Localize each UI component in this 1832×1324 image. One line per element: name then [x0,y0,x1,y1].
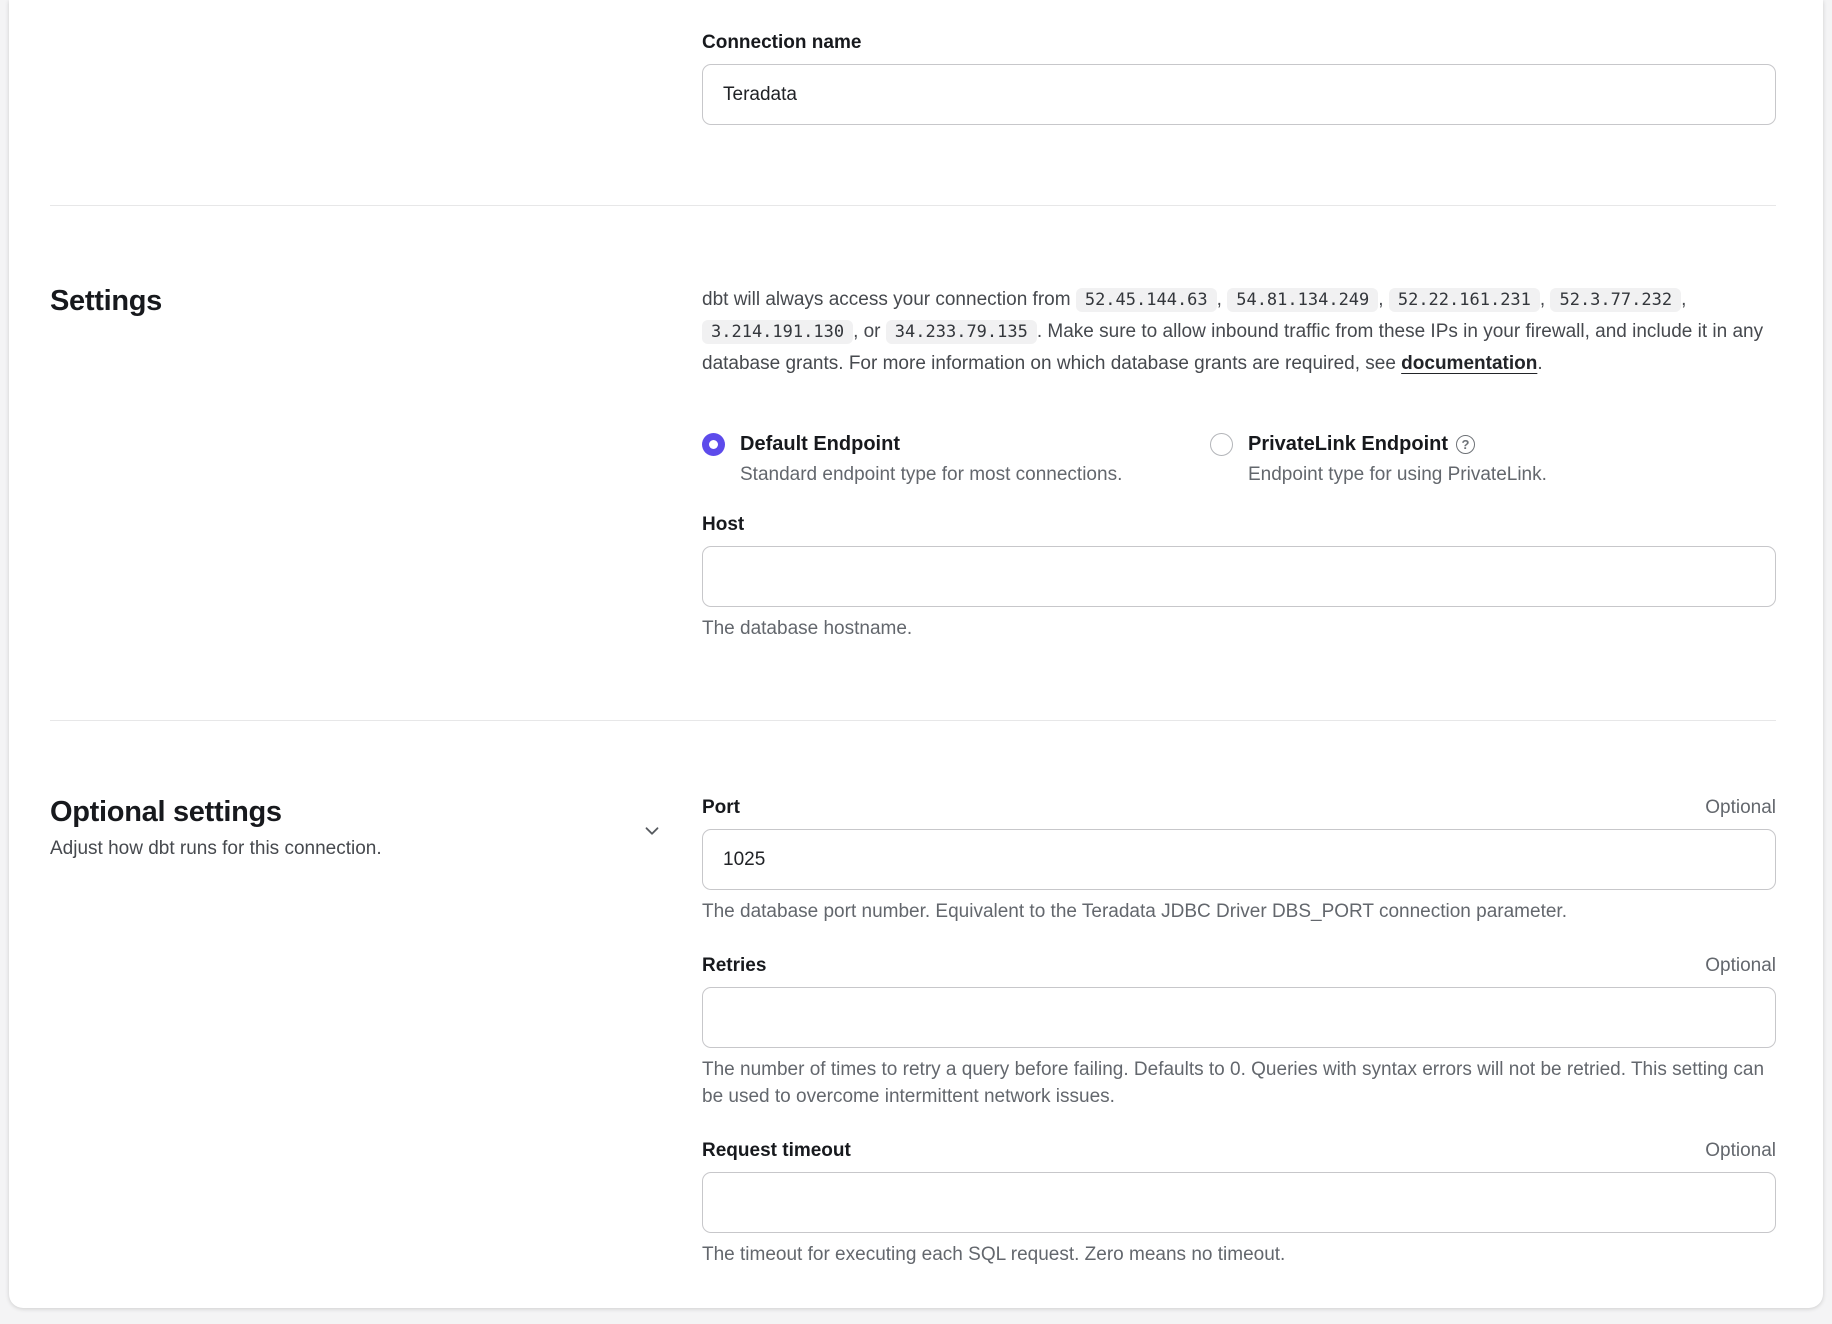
default-endpoint-radio[interactable] [702,433,725,456]
host-helper-text: The database hostname. [702,615,1776,642]
request-timeout-input[interactable] [702,1172,1776,1233]
endpoint-option-default: Default Endpoint Standard endpoint type … [702,431,1210,488]
port-field-group: Port Optional The database port number. … [702,795,1776,925]
endpoint-option-privatelink: PrivateLink Endpoint ? Endpoint type for… [1210,431,1547,488]
settings-heading: Settings [50,284,702,318]
ip-address-chip: 54.81.134.249 [1227,288,1378,312]
retries-input[interactable] [702,987,1776,1048]
documentation-link[interactable]: documentation [1401,353,1537,374]
retries-field-group: Retries Optional The number of times to … [702,953,1776,1110]
ip-notice-intro: dbt will always access your connection f… [702,289,1071,310]
host-label: Host [702,514,744,535]
endpoint-type-radio-group: Default Endpoint Standard endpoint type … [702,431,1776,488]
port-input[interactable] [702,829,1776,890]
default-endpoint-description: Standard endpoint type for most connecti… [740,462,1122,488]
connection-name-label: Connection name [702,32,861,53]
optional-settings-section: Optional settings Adjust how dbt runs fo… [9,721,1823,1308]
port-helper-text: The database port number. Equivalent to … [702,898,1776,925]
request-timeout-field-group: Request timeout Optional The timeout for… [702,1138,1776,1268]
privatelink-endpoint-description: Endpoint type for using PrivateLink. [1248,462,1547,488]
chevron-down-icon [641,820,663,842]
request-timeout-label: Request timeout [702,1138,851,1164]
ip-address-chip: 3.214.191.130 [702,320,853,344]
settings-section: Settings dbt will always access your con… [9,206,1823,720]
optional-settings-subheading: Adjust how dbt runs for this connection. [50,835,702,862]
connection-name-section: Connection name [9,0,1823,205]
connection-name-input[interactable] [702,64,1776,125]
ip-address-chip: 52.22.161.231 [1389,288,1540,312]
ip-allowlist-notice: dbt will always access your connection f… [702,284,1776,379]
connection-settings-card: Connection name Settings dbt will always… [9,0,1823,1308]
default-endpoint-label: Default Endpoint [740,431,900,457]
port-label: Port [702,795,740,821]
ip-address-chip: 52.3.77.232 [1550,288,1681,312]
request-timeout-helper-text: The timeout for executing each SQL reque… [702,1241,1776,1268]
retries-label: Retries [702,953,766,979]
retries-helper-text: The number of times to retry a query bef… [702,1056,1776,1110]
help-icon[interactable]: ? [1456,435,1475,454]
optional-badge: Optional [1705,955,1776,977]
ip-address-chip: 52.45.144.63 [1076,288,1217,312]
optional-settings-heading: Optional settings [50,795,702,829]
optional-badge: Optional [1705,1140,1776,1162]
host-field-group: Host The database hostname. [702,512,1776,642]
optional-badge: Optional [1705,797,1776,819]
host-input[interactable] [702,546,1776,607]
ip-address-chip: 34.233.79.135 [886,320,1037,344]
privatelink-endpoint-label: PrivateLink Endpoint [1248,431,1448,457]
collapse-section-button[interactable] [640,819,664,843]
privatelink-endpoint-radio[interactable] [1210,433,1233,456]
